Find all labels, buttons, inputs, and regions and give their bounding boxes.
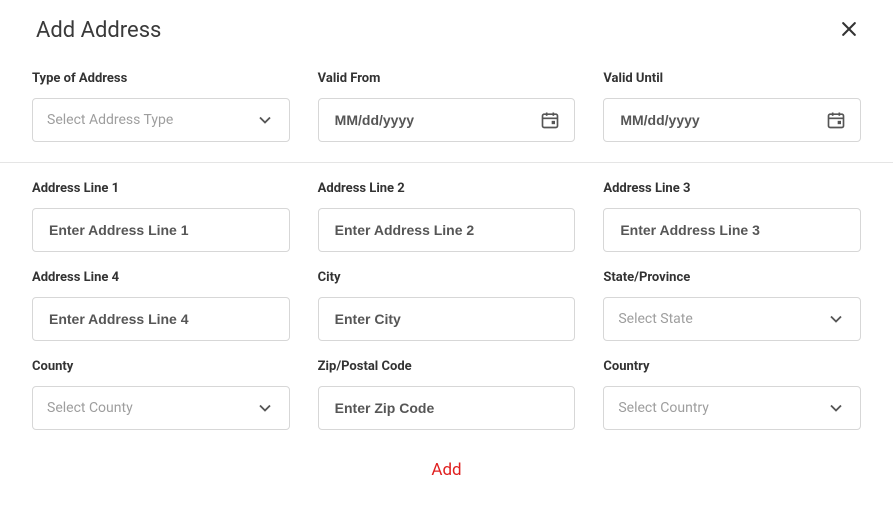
state-select[interactable]: Select State [603, 297, 861, 341]
label-valid-from: Valid From [318, 71, 576, 86]
add-button[interactable]: Add [431, 460, 461, 480]
field-address-type: Type of Address Select Address Type [32, 71, 290, 142]
field-address-line-2: Address Line 2 [318, 181, 576, 252]
close-button[interactable] [837, 19, 861, 43]
close-icon [839, 19, 859, 43]
field-valid-from: Valid From [318, 71, 576, 142]
field-address-line-3: Address Line 3 [603, 181, 861, 252]
valid-from-input-wrap [318, 98, 576, 142]
country-placeholder: Select Country [618, 400, 826, 416]
label-city: City [318, 270, 576, 285]
city-wrap [318, 297, 576, 341]
field-address-line-4: Address Line 4 [32, 270, 290, 341]
address-type-select[interactable]: Select Address Type [32, 98, 290, 142]
address-line-3-input[interactable] [618, 221, 846, 239]
address-fields-section: Address Line 1 Address Line 2 Address Li… [0, 163, 893, 430]
calendar-icon[interactable] [826, 110, 846, 130]
chevron-down-icon [826, 309, 846, 329]
valid-until-input-wrap [603, 98, 861, 142]
chevron-down-icon [255, 110, 275, 130]
field-valid-until: Valid Until [603, 71, 861, 142]
label-address-line-4: Address Line 4 [32, 270, 290, 285]
valid-from-input[interactable] [333, 111, 541, 129]
field-county: County Select County [32, 359, 290, 430]
chevron-down-icon [255, 398, 275, 418]
field-country: Country Select Country [603, 359, 861, 430]
label-zip: Zip/Postal Code [318, 359, 576, 374]
address-line-4-wrap [32, 297, 290, 341]
label-county: County [32, 359, 290, 374]
address-line-1-input[interactable] [47, 221, 275, 239]
chevron-down-icon [826, 398, 846, 418]
valid-until-input[interactable] [618, 111, 826, 129]
dialog-title: Add Address [36, 18, 161, 43]
label-state: State/Province [603, 270, 861, 285]
zip-wrap [318, 386, 576, 430]
address-line-1-wrap [32, 208, 290, 252]
field-address-line-1: Address Line 1 [32, 181, 290, 252]
field-zip: Zip/Postal Code [318, 359, 576, 430]
dialog-footer: Add [0, 430, 893, 480]
country-select[interactable]: Select Country [603, 386, 861, 430]
address-line-2-wrap [318, 208, 576, 252]
city-input[interactable] [333, 310, 561, 328]
address-line-2-input[interactable] [333, 221, 561, 239]
add-address-dialog: Add Address Type of Address Select Addre… [0, 0, 893, 510]
address-line-4-input[interactable] [47, 310, 275, 328]
label-address-line-1: Address Line 1 [32, 181, 290, 196]
address-line-3-wrap [603, 208, 861, 252]
field-city: City [318, 270, 576, 341]
state-placeholder: Select State [618, 311, 826, 327]
dialog-header: Add Address [0, 0, 893, 57]
validity-section: Type of Address Select Address Type Vali… [0, 57, 893, 163]
label-country: Country [603, 359, 861, 374]
label-address-line-3: Address Line 3 [603, 181, 861, 196]
label-valid-until: Valid Until [603, 71, 861, 86]
zip-input[interactable] [333, 399, 561, 417]
address-type-placeholder: Select Address Type [47, 112, 255, 128]
label-address-line-2: Address Line 2 [318, 181, 576, 196]
calendar-icon[interactable] [540, 110, 560, 130]
label-address-type: Type of Address [32, 71, 290, 86]
field-state: State/Province Select State [603, 270, 861, 341]
county-select[interactable]: Select County [32, 386, 290, 430]
county-placeholder: Select County [47, 400, 255, 416]
